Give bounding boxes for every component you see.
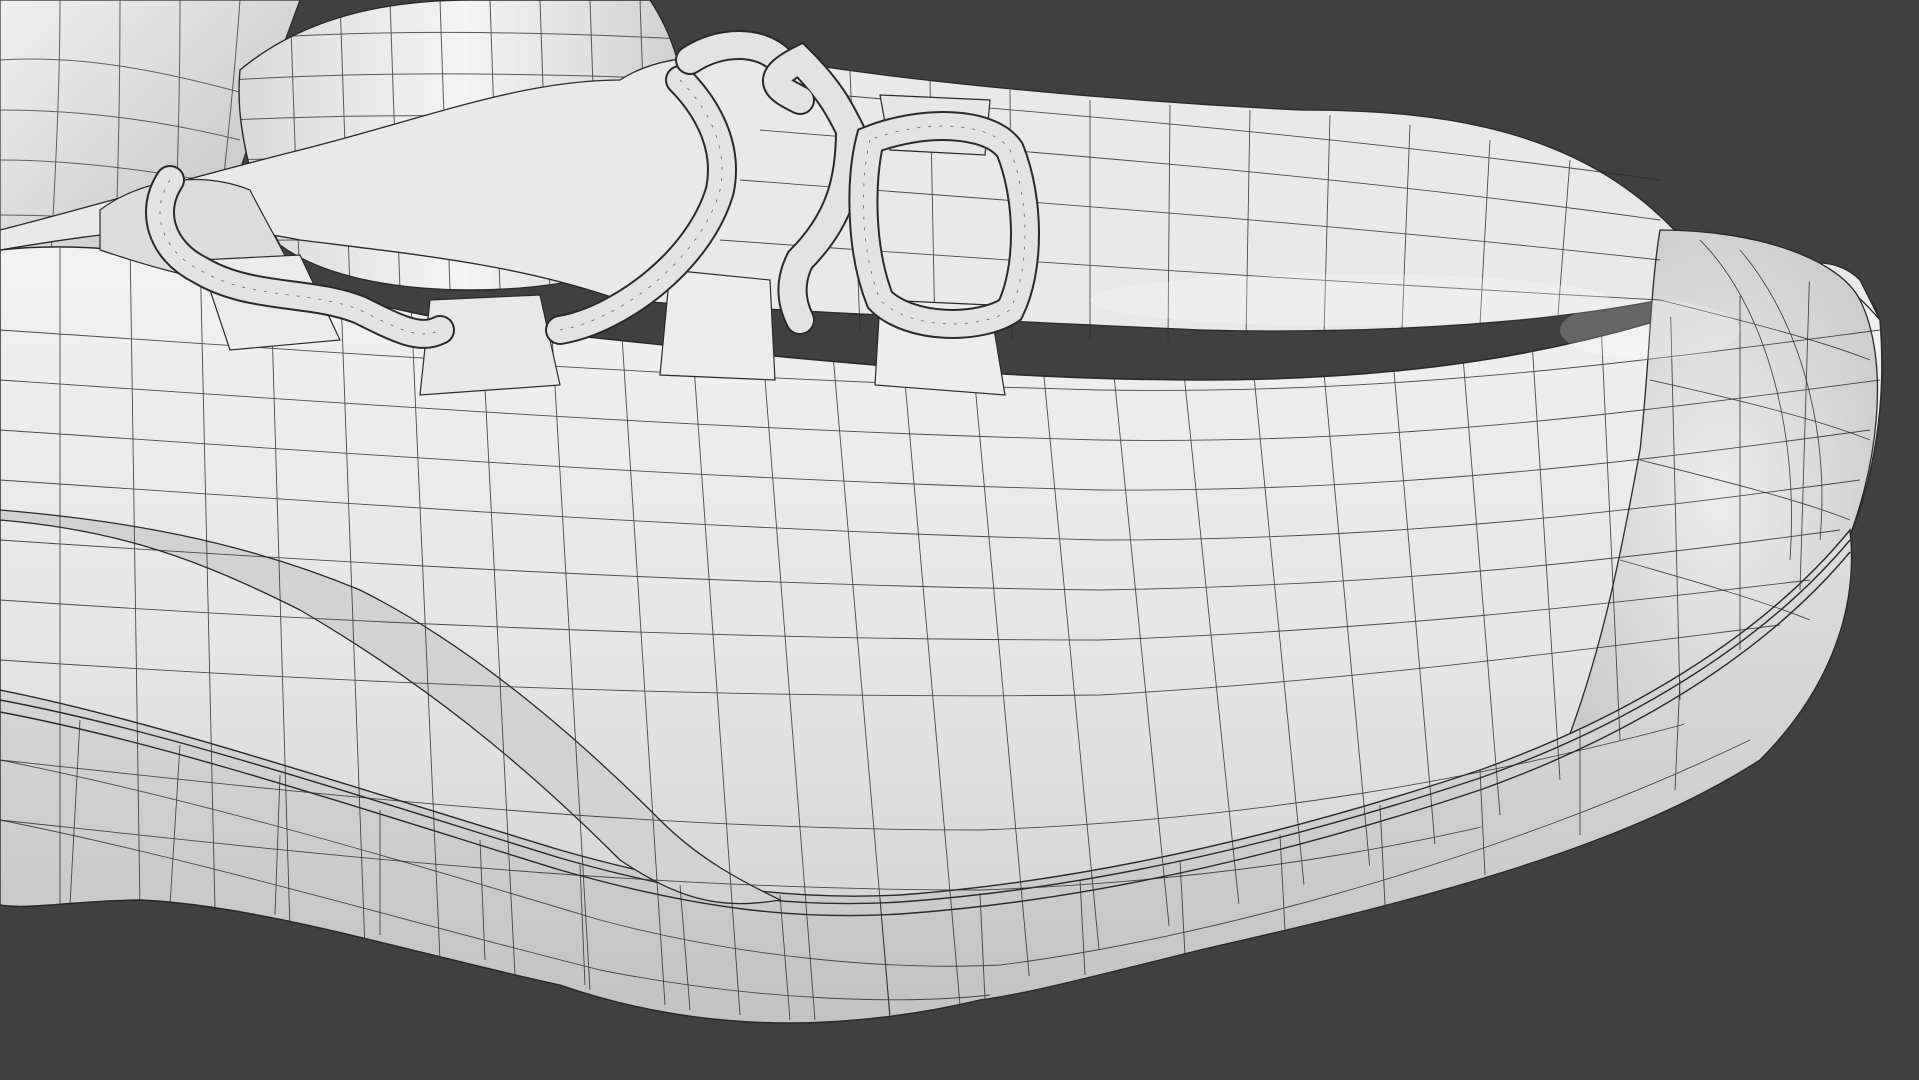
specular-highlight [1090, 274, 1610, 326]
eyelet-tab [659, 269, 776, 381]
specular-highlight [1560, 300, 1740, 360]
3d-viewport[interactable] [0, 0, 1919, 1080]
shoe-mesh-icon [0, 0, 1919, 1080]
lace-loop [677, 32, 793, 73]
